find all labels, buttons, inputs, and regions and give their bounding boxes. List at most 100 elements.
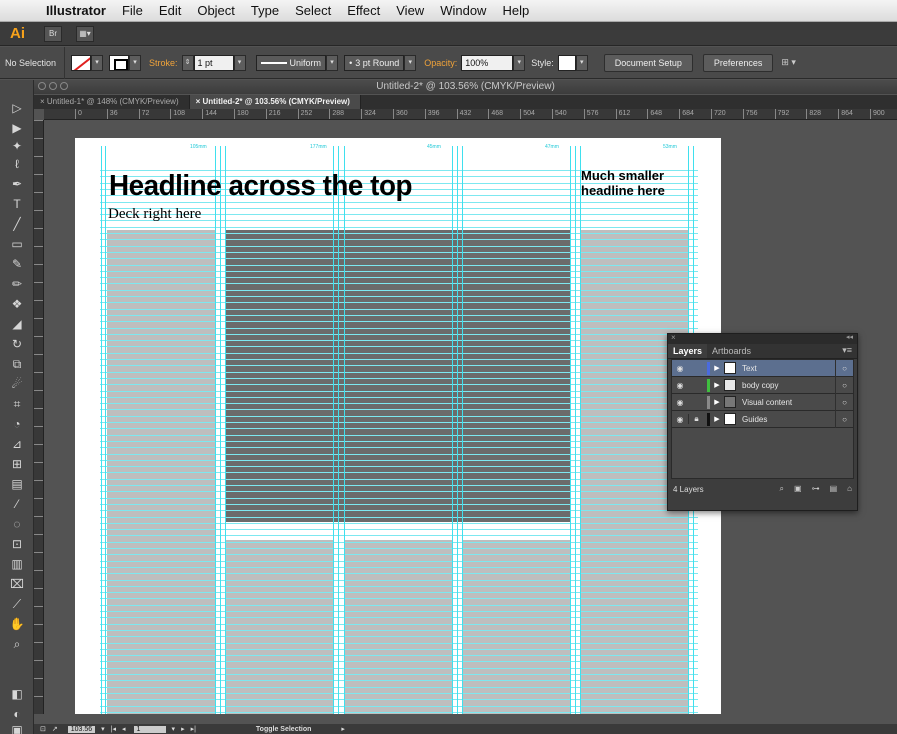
- lasso-tool-icon[interactable]: ℓ: [9, 156, 25, 172]
- drawing-mode-icon[interactable]: ◐: [9, 706, 25, 722]
- profile-dropdown[interactable]: ▾: [326, 54, 339, 71]
- bridge-button[interactable]: Br: [44, 25, 62, 42]
- opacity-field[interactable]: 100%: [461, 54, 514, 71]
- line-tool-icon[interactable]: ╱: [9, 216, 25, 232]
- column-graph-tool-icon[interactable]: ▥: [9, 556, 25, 572]
- magic-wand-tool-icon[interactable]: ✦: [9, 138, 25, 154]
- close-window-icon[interactable]: [38, 82, 46, 90]
- expand-triangle-icon[interactable]: ▶: [710, 398, 724, 406]
- warp-tool-icon[interactable]: ☄: [9, 376, 25, 392]
- tab-layers[interactable]: Layers: [668, 344, 708, 358]
- mesh-tool-icon[interactable]: ⊞: [9, 456, 25, 472]
- minimize-window-icon[interactable]: [49, 82, 57, 90]
- zoom-window-icon[interactable]: [60, 82, 68, 90]
- layer-name[interactable]: body copy: [742, 381, 835, 390]
- first-artboard-icon[interactable]: |◂: [111, 725, 116, 733]
- layer-row-body-copy[interactable]: ◉ ▶ body copy ○: [672, 376, 853, 394]
- visibility-eye-icon[interactable]: ◉: [672, 381, 688, 390]
- tab-untitled-1[interactable]: × Untitled-1* @ 148% (CMYK/Preview): [34, 95, 190, 109]
- free-transform-tool-icon[interactable]: ⌗: [9, 396, 25, 412]
- delete-layer-icon[interactable]: ⌂: [847, 484, 852, 494]
- stroke-dropdown[interactable]: ▾: [129, 54, 142, 71]
- pen-tool-icon[interactable]: ✒: [9, 176, 25, 192]
- artboard-navigator-icon[interactable]: ⊡: [40, 725, 46, 733]
- hand-tool-icon[interactable]: ✋: [9, 616, 25, 632]
- rectangle-tool-icon[interactable]: ▭: [9, 236, 25, 252]
- shape-builder-tool-icon[interactable]: ◔: [9, 416, 25, 432]
- locate-object-icon[interactable]: ⌕: [780, 484, 784, 494]
- stroke-label[interactable]: Stroke:: [149, 58, 178, 68]
- artboard-tool-icon[interactable]: ⌧: [9, 576, 25, 592]
- menu-view[interactable]: View: [388, 3, 432, 18]
- variable-width-profile[interactable]: Uniform: [255, 54, 327, 71]
- menu-help[interactable]: Help: [494, 3, 537, 18]
- visibility-eye-icon[interactable]: ◉: [672, 398, 688, 407]
- artboard-dropdown[interactable]: ▾: [172, 725, 176, 733]
- layer-name[interactable]: Visual content: [742, 398, 835, 407]
- horizontal-ruler[interactable]: 0 36 72 108 144 180 216 252 288 324 360 396 432 468 50…: [44, 109, 897, 120]
- expand-triangle-icon[interactable]: ▶: [710, 381, 724, 389]
- opacity-dropdown[interactable]: ▾: [513, 54, 526, 71]
- expand-triangle-icon[interactable]: ▶: [710, 364, 724, 372]
- expand-triangle-icon[interactable]: ▶: [710, 415, 724, 423]
- layer-row-text[interactable]: ◉ ▶ Text ○: [672, 359, 853, 377]
- artboard-number-field[interactable]: 1: [133, 725, 166, 733]
- lock-icon[interactable]: 🔒︎: [688, 414, 704, 424]
- menu-object[interactable]: Object: [189, 3, 243, 18]
- headline-text[interactable]: Headline across the top: [109, 170, 413, 203]
- gradient-tool-icon[interactable]: ▤: [9, 476, 25, 492]
- small-headline-text[interactable]: Much smaller headline here: [581, 168, 665, 198]
- symbol-sprayer-tool-icon[interactable]: ⊡: [9, 536, 25, 552]
- zoom-tool-icon[interactable]: ⌕: [9, 636, 25, 652]
- color-mode-icon[interactable]: ◧: [9, 686, 25, 702]
- menu-select[interactable]: Select: [287, 3, 339, 18]
- eyedropper-tool-icon[interactable]: ⁄: [9, 496, 25, 512]
- menu-type[interactable]: Type: [243, 3, 287, 18]
- deck-text[interactable]: Deck right here: [108, 206, 201, 223]
- layer-row-guides[interactable]: ◉ 🔒︎ ▶ Guides ○: [672, 410, 853, 428]
- layer-name[interactable]: Text: [742, 364, 835, 373]
- preferences-button[interactable]: Preferences: [702, 53, 774, 72]
- vertical-ruler[interactable]: [34, 120, 44, 714]
- slice-tool-icon[interactable]: ⟋: [9, 596, 25, 612]
- stroke-weight-dropdown[interactable]: ▾: [233, 54, 246, 71]
- close-panel-icon[interactable]: ×: [671, 333, 676, 342]
- screen-mode-icon[interactable]: ▣: [9, 722, 25, 734]
- menu-edit[interactable]: Edit: [151, 3, 189, 18]
- stroke-swatch[interactable]: [109, 54, 130, 71]
- next-artboard-icon[interactable]: ▸: [181, 725, 185, 733]
- panel-menu-icon[interactable]: ▾≡: [842, 345, 852, 356]
- visibility-eye-icon[interactable]: ◉: [672, 364, 688, 373]
- rotate-tool-icon[interactable]: ↻: [9, 336, 25, 352]
- arrange-documents-button[interactable]: ▦▾: [76, 25, 94, 42]
- last-artboard-icon[interactable]: ▸|: [191, 725, 196, 733]
- artboard[interactable]: 105mm 177mm 45mm 47mm 53mm Headline acro…: [75, 138, 721, 714]
- opacity-label[interactable]: Opacity:: [424, 58, 457, 68]
- perspective-grid-tool-icon[interactable]: ⊿: [9, 436, 25, 452]
- create-new-layer-icon[interactable]: ▤: [830, 484, 838, 494]
- zoom-dropdown[interactable]: ▾: [101, 725, 105, 733]
- type-tool-icon[interactable]: T: [9, 196, 25, 212]
- stroke-stepper[interactable]: ⇕: [181, 54, 194, 71]
- blend-tool-icon[interactable]: ◌: [9, 516, 25, 532]
- layer-row-visual-content[interactable]: ◉ ▶ Visual content ○: [672, 393, 853, 411]
- collapse-panel-icon[interactable]: ◂◂: [846, 333, 853, 341]
- graphic-style-swatch[interactable]: [557, 54, 576, 71]
- menu-file[interactable]: File: [114, 3, 151, 18]
- align-options-icon[interactable]: ⊞ ▾: [781, 57, 796, 68]
- layer-name[interactable]: Guides: [742, 415, 835, 424]
- create-sublayer-icon[interactable]: ⊶: [812, 484, 820, 494]
- brush-definition[interactable]: • 3 pt Round: [344, 54, 405, 71]
- style-dropdown[interactable]: ▾: [575, 54, 588, 71]
- target-circle-icon[interactable]: ○: [835, 376, 853, 394]
- zoom-field[interactable]: 103.56: [67, 725, 96, 733]
- tab-artboards[interactable]: Artboards: [707, 344, 756, 358]
- visibility-eye-icon[interactable]: ◉: [672, 415, 688, 424]
- status-menu-icon[interactable]: ▸: [341, 725, 345, 733]
- menu-window[interactable]: Window: [432, 3, 494, 18]
- pencil-tool-icon[interactable]: ✏: [9, 276, 25, 292]
- tab-untitled-2[interactable]: × Untitled-2* @ 103.56% (CMYK/Preview): [189, 95, 361, 109]
- share-icon[interactable]: ↗: [52, 725, 58, 733]
- panel-titlebar[interactable]: × ◂◂: [668, 333, 857, 344]
- fill-swatch[interactable]: [71, 54, 92, 71]
